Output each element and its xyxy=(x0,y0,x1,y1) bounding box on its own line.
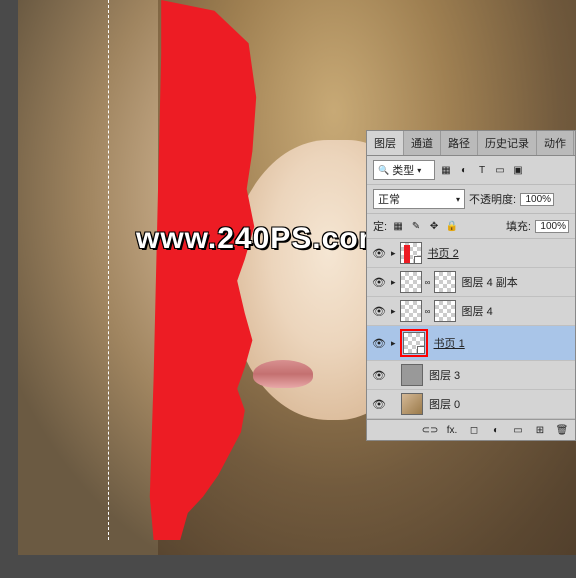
fill-value[interactable]: 100% xyxy=(535,220,569,233)
layer-row[interactable]: 👁 图层 0 xyxy=(367,390,575,419)
filter-smart-icon[interactable]: ▣ xyxy=(511,163,525,177)
link-layers-icon[interactable]: ⊂⊃ xyxy=(423,424,437,436)
watermark-text: www.240PS.com xyxy=(136,222,386,256)
tab-layers[interactable]: 图层 xyxy=(367,131,404,155)
link-icon: ∞ xyxy=(424,307,432,316)
filter-adjust-icon[interactable]: ◐ xyxy=(457,163,471,177)
blend-row: 正常 不透明度: 100% xyxy=(367,185,575,214)
layer-thumbnail[interactable] xyxy=(401,364,423,386)
layer-row[interactable]: 👁 ▸ 书页 2 xyxy=(367,239,575,268)
layer-name[interactable]: 图层 3 xyxy=(427,367,460,383)
layer-thumbnails xyxy=(400,329,428,357)
layer-name[interactable]: 书页 1 xyxy=(432,335,465,351)
layer-name[interactable]: 图层 4 xyxy=(460,303,493,319)
lock-position-icon[interactable]: ✥ xyxy=(427,219,441,233)
fx-icon[interactable]: fx. xyxy=(445,424,459,436)
layer-thumbnails: ∞ xyxy=(400,300,456,322)
filter-row: 类型 ▦ ◐ T ▭ ▣ xyxy=(367,156,575,185)
lock-row: 定: ▦ ✎ ✥ 🔒 填充: 100% xyxy=(367,214,575,239)
lock-label: 定: xyxy=(373,218,387,234)
layer-thumbnail[interactable] xyxy=(401,393,423,415)
expand-arrow-icon[interactable]: ▸ xyxy=(391,248,396,259)
layers-list: 👁 ▸ 书页 2 👁 ▸ ∞ 图层 4 副本 👁 ▸ ∞ xyxy=(367,239,575,419)
blend-mode-value: 正常 xyxy=(378,191,400,207)
lips-region xyxy=(253,360,313,388)
adjustment-icon[interactable]: ◐ xyxy=(489,424,503,436)
blend-mode-dropdown[interactable]: 正常 xyxy=(373,189,465,209)
link-icon: ∞ xyxy=(424,278,432,287)
tab-paths[interactable]: 路径 xyxy=(441,131,478,155)
tutorial-highlight xyxy=(400,329,428,357)
mask-thumbnail[interactable] xyxy=(434,271,456,293)
opacity-label: 不透明度: xyxy=(469,191,516,207)
layer-thumbnail[interactable] xyxy=(400,242,422,264)
layer-name[interactable]: 图层 4 副本 xyxy=(460,274,518,290)
lock-transparent-icon[interactable]: ▦ xyxy=(391,219,405,233)
mask-thumbnail[interactable] xyxy=(434,300,456,322)
visibility-toggle[interactable]: 👁 xyxy=(371,247,387,260)
fill-label: 填充: xyxy=(506,218,531,234)
layer-row[interactable]: 👁 图层 3 xyxy=(367,361,575,390)
expand-arrow-icon[interactable]: ▸ xyxy=(391,277,396,288)
group-icon[interactable]: ▭ xyxy=(511,424,525,436)
visibility-toggle[interactable]: 👁 xyxy=(371,305,387,318)
layer-row[interactable]: 👁 ▸ ∞ 图层 4 xyxy=(367,297,575,326)
filter-pixel-icon[interactable]: ▦ xyxy=(439,163,453,177)
search-icon xyxy=(378,164,389,176)
opacity-value[interactable]: 100% xyxy=(520,193,554,206)
filter-type-dropdown[interactable]: 类型 xyxy=(373,160,435,180)
layer-row[interactable]: 👁 ▸ 书页 1 xyxy=(367,326,575,361)
chevron-down-icon xyxy=(417,164,421,176)
tab-history[interactable]: 历史记录 xyxy=(478,131,537,155)
chevron-down-icon xyxy=(456,193,460,205)
filter-text-icon[interactable]: T xyxy=(475,163,489,177)
filter-shape-icon[interactable]: ▭ xyxy=(493,163,507,177)
panel-tabs: 图层 通道 路径 历史记录 动作 xyxy=(367,131,575,156)
trash-icon[interactable]: 🗑 xyxy=(555,424,569,436)
expand-arrow-icon[interactable]: ▸ xyxy=(391,306,396,317)
layer-thumbnails: ∞ xyxy=(400,271,456,293)
layer-thumbnails xyxy=(401,393,423,415)
layer-thumbnail[interactable] xyxy=(400,300,422,322)
tab-channels[interactable]: 通道 xyxy=(404,131,441,155)
filter-label: 类型 xyxy=(392,162,414,178)
visibility-toggle[interactable]: 👁 xyxy=(371,276,387,289)
lock-pixels-icon[interactable]: ✎ xyxy=(409,219,423,233)
tab-actions[interactable]: 动作 xyxy=(537,131,574,155)
layer-thumbnails xyxy=(400,242,422,264)
layer-thumbnail[interactable] xyxy=(403,332,425,354)
mask-icon[interactable]: ◻ xyxy=(467,424,481,436)
panel-footer: ⊂⊃ fx. ◻ ◐ ▭ ⊞ 🗑 xyxy=(367,419,575,440)
layers-panel: 图层 通道 路径 历史记录 动作 类型 ▦ ◐ T ▭ ▣ 正常 不透明度: 1… xyxy=(366,130,576,441)
new-layer-icon[interactable]: ⊞ xyxy=(533,424,547,436)
layer-thumbnails xyxy=(401,364,423,386)
visibility-toggle[interactable]: 👁 xyxy=(371,369,387,382)
expand-arrow-icon[interactable]: ▸ xyxy=(391,338,396,349)
visibility-toggle[interactable]: 👁 xyxy=(371,398,387,411)
layer-thumbnail[interactable] xyxy=(400,271,422,293)
visibility-toggle[interactable]: 👁 xyxy=(371,337,387,350)
layer-name[interactable]: 图层 0 xyxy=(427,396,460,412)
layer-row[interactable]: 👁 ▸ ∞ 图层 4 副本 xyxy=(367,268,575,297)
lock-all-icon[interactable]: 🔒 xyxy=(445,219,459,233)
layer-name[interactable]: 书页 2 xyxy=(426,245,459,261)
